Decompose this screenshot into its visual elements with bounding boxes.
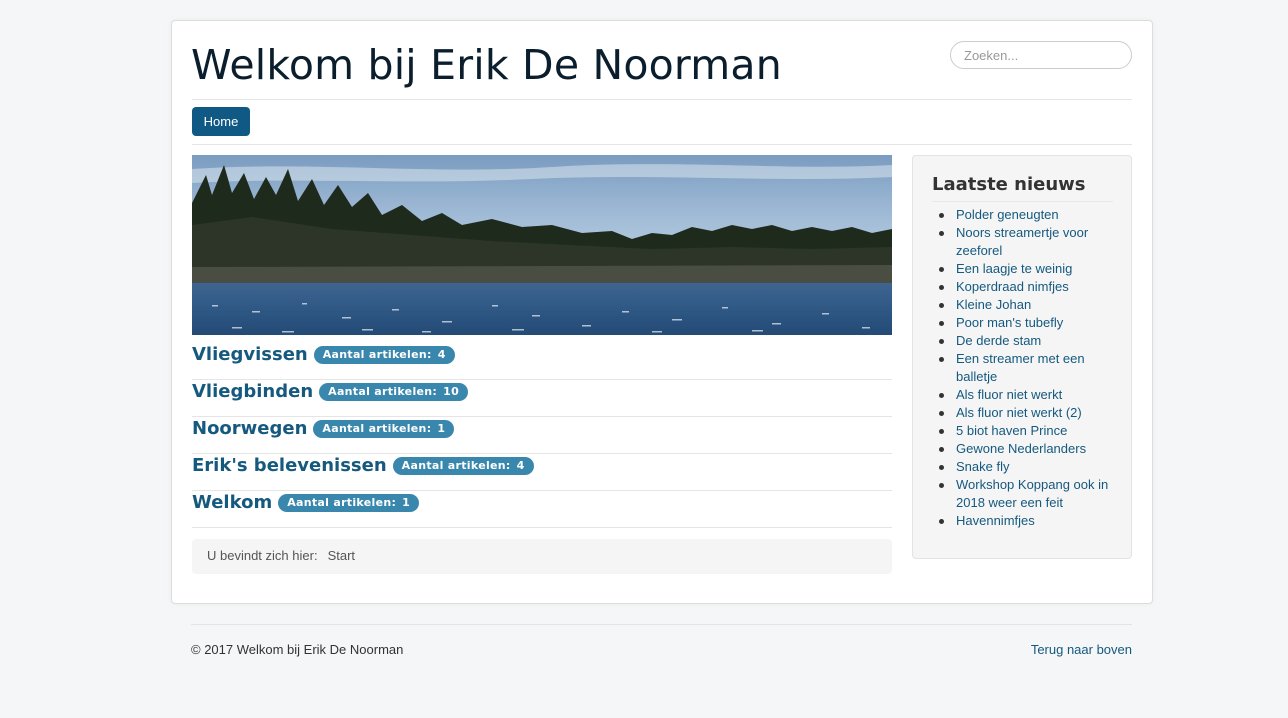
category-list: Vliegvissen Aantal artikelen: 4 Vliegbinde… [192,343,892,528]
category-link[interactable]: Vliegvissen Aantal artikelen: 4 [192,344,455,365]
news-link[interactable]: Kleine Johan [956,297,1031,312]
nav-divider [192,144,1132,145]
list-item: Als fluor niet werkt (2) [936,404,1116,422]
list-item: Koperdraad nimfjes [936,278,1116,296]
header-divider [192,99,1132,100]
news-link[interactable]: Noors streamertje voor zeeforel [956,225,1088,258]
article-count-badge: Aantal artikelen: 4 [313,346,455,364]
article-count-badge: Aantal artikelen: 1 [278,494,420,512]
banner-image [192,155,892,335]
list-item: 5 biot haven Prince [936,422,1116,440]
latest-news-sidebar: Laatste nieuws Polder geneugten Noors st… [912,155,1132,559]
category-row: Vliegvissen Aantal artikelen: 4 [192,343,892,380]
news-link[interactable]: Workshop Koppang ook in 2018 weer een fe… [956,477,1108,510]
breadcrumb: U bevindt zich hier: Start [192,539,892,574]
news-link[interactable]: 5 biot haven Prince [956,423,1067,438]
category-row: Welkom Aantal artikelen: 1 [192,491,892,528]
list-item: Gewone Nederlanders [936,440,1116,458]
back-to-top-link[interactable]: Terug naar boven [1031,642,1132,657]
list-item: Een streamer met een balletje [936,350,1116,386]
footer-divider [191,624,1132,625]
sidebar-title: Laatste nieuws [932,174,1113,202]
article-count-badge: Aantal artikelen: 4 [392,457,534,475]
news-link[interactable]: De derde stam [956,333,1041,348]
list-item: Snake fly [936,458,1116,476]
article-count-badge: Aantal artikelen: 1 [313,420,455,438]
list-item: Polder geneugten [936,206,1116,224]
list-item: Een laagje te weinig [936,260,1116,278]
category-row: Erik's belevenissen Aantal artikelen: 4 [192,454,892,491]
category-link[interactable]: Noorwegen Aantal artikelen: 1 [192,418,455,439]
list-item: Als fluor niet werkt [936,386,1116,404]
news-link[interactable]: Als fluor niet werkt [956,387,1062,402]
news-link[interactable]: Gewone Nederlanders [956,441,1086,456]
site-title[interactable]: Welkom bij Erik De Noorman [191,41,782,89]
breadcrumb-prefix: U bevindt zich hier: [207,548,318,563]
nav-home-button[interactable]: Home [192,107,250,136]
list-item: Kleine Johan [936,296,1116,314]
news-link[interactable]: Een laagje te weinig [956,261,1072,276]
list-item: Noors streamertje voor zeeforel [936,224,1116,260]
main-container: Welkom bij Erik De Noorman Home [171,20,1153,604]
breadcrumb-current: Start [327,548,356,563]
category-row: Noorwegen Aantal artikelen: 1 [192,417,892,454]
list-item: De derde stam [936,332,1116,350]
search-input[interactable] [950,41,1132,69]
list-item: Havennimfjes [936,512,1116,530]
category-link[interactable]: Vliegbinden Aantal artikelen: 10 [192,381,469,402]
article-count-badge: Aantal artikelen: 10 [319,383,469,401]
footer-copyright: © 2017 Welkom bij Erik De Noorman [191,642,404,657]
category-link[interactable]: Welkom Aantal artikelen: 1 [192,492,420,513]
news-link[interactable]: Polder geneugten [956,207,1059,222]
category-row: Vliegbinden Aantal artikelen: 10 [192,380,892,417]
news-link[interactable]: Als fluor niet werkt (2) [956,405,1082,420]
latest-news-list: Polder geneugten Noors streamertje voor … [936,206,1116,530]
list-item: Poor man's tubefly [936,314,1116,332]
news-link[interactable]: Havennimfjes [956,513,1035,528]
news-link[interactable]: Snake fly [956,459,1009,474]
news-link[interactable]: Koperdraad nimfjes [956,279,1069,294]
news-link[interactable]: Een streamer met een balletje [956,351,1085,384]
news-link[interactable]: Poor man's tubefly [956,315,1063,330]
list-item: Workshop Koppang ook in 2018 weer een fe… [936,476,1116,512]
category-link[interactable]: Erik's belevenissen Aantal artikelen: 4 [192,455,534,476]
